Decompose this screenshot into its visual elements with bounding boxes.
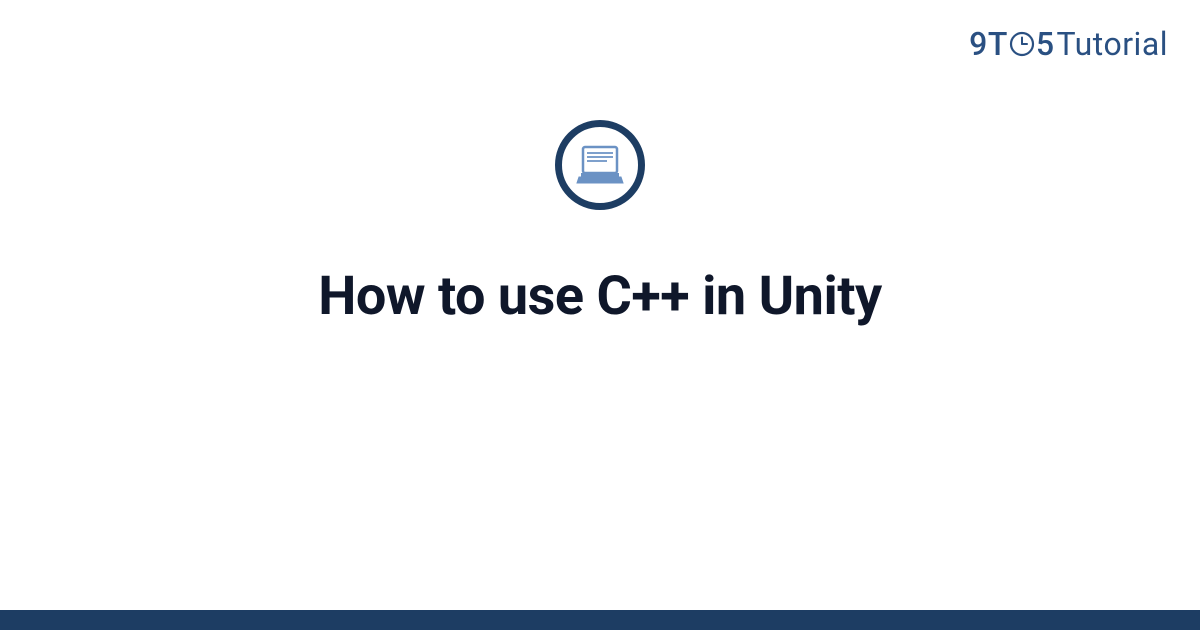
brand-logo: 9 T 5 Tutorial (969, 25, 1168, 63)
page-title: How to use C++ in Unity (318, 265, 881, 328)
laptop-icon (573, 143, 627, 187)
clock-icon (1009, 31, 1035, 57)
laptop-icon-circle (555, 120, 645, 210)
brand-nine: 9 (969, 25, 988, 63)
footer-bar (0, 610, 1200, 630)
brand-five: 5 (1036, 25, 1055, 63)
brand-t: T (988, 25, 1008, 63)
brand-tutorial: Tutorial (1057, 25, 1168, 63)
main-content: How to use C++ in Unity (0, 120, 1200, 328)
